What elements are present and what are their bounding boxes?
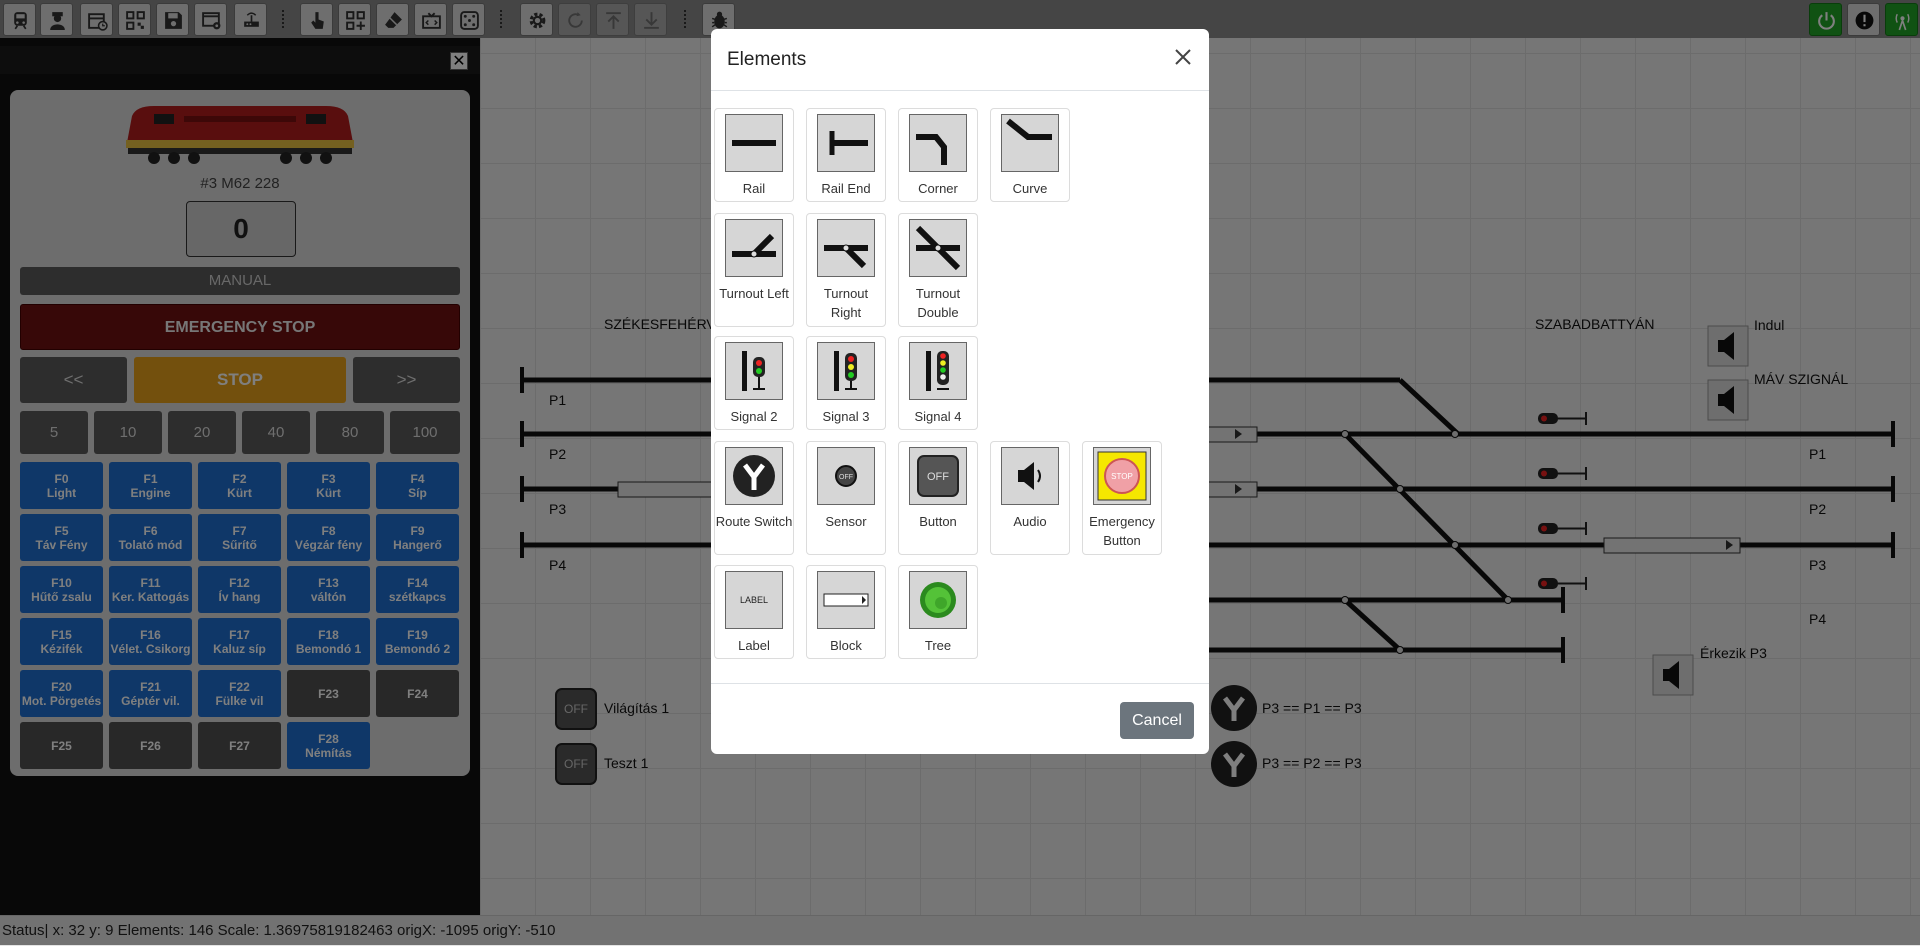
route-switch-icon xyxy=(725,447,783,505)
element-label: Curve xyxy=(1012,181,1048,196)
element-label: Button xyxy=(919,514,957,529)
signal-3-icon xyxy=(817,342,875,400)
element-tile-label[interactable]: LABEL Label xyxy=(714,565,794,659)
element-tile-turnout-double[interactable]: Turnout Double xyxy=(898,213,978,327)
element-label: Route Switch xyxy=(715,514,793,529)
element-tile-signal-3[interactable]: Signal 3 xyxy=(806,336,886,430)
curve-icon xyxy=(1001,114,1059,172)
element-label: Corner xyxy=(918,181,958,196)
svg-text:OFF: OFF xyxy=(927,471,949,483)
sensor-icon: OFF xyxy=(817,447,875,505)
element-label: Signal 3 xyxy=(822,409,870,424)
svg-text:STOP: STOP xyxy=(1111,472,1133,481)
audio-icon xyxy=(1001,447,1059,505)
element-tile-emergency-button[interactable]: STOP Emergency Button xyxy=(1082,441,1162,555)
element-label: Turnout Double xyxy=(915,286,961,320)
element-tile-curve[interactable]: Curve xyxy=(990,108,1070,202)
element-tile-route-switch[interactable]: Route Switch xyxy=(714,441,794,555)
rail-icon xyxy=(725,114,783,172)
label-icon: LABEL xyxy=(725,571,783,629)
svg-text:OFF: OFF xyxy=(839,474,853,481)
element-label: Turnout Right xyxy=(823,286,869,320)
signal-2-icon xyxy=(725,342,783,400)
element-label: Signal 4 xyxy=(914,409,962,424)
element-tile-button[interactable]: OFF Button xyxy=(898,441,978,555)
turnout-left-icon xyxy=(725,219,783,277)
element-label: Sensor xyxy=(825,514,867,529)
element-tile-rail[interactable]: Rail xyxy=(714,108,794,202)
element-tile-signal-4[interactable]: Signal 4 xyxy=(898,336,978,430)
element-tile-corner[interactable]: Corner xyxy=(898,108,978,202)
element-label: Turnout Left xyxy=(719,286,789,301)
element-tile-turnout-right[interactable]: Turnout Right xyxy=(806,213,886,327)
element-label: Label xyxy=(738,638,770,653)
emergency-button-icon: STOP xyxy=(1093,447,1151,505)
rail-end-icon xyxy=(817,114,875,172)
element-tile-turnout-left[interactable]: Turnout Left xyxy=(714,213,794,327)
cancel-button[interactable]: Cancel xyxy=(1120,702,1194,739)
signal-4-icon xyxy=(909,342,967,400)
element-tile-tree[interactable]: Tree xyxy=(898,565,978,659)
svg-text:LABEL: LABEL xyxy=(740,595,768,605)
element-label: Audio xyxy=(1013,514,1047,529)
element-label: Tree xyxy=(924,638,952,653)
element-label: Signal 2 xyxy=(730,409,778,424)
element-label: Rail xyxy=(742,181,766,196)
elements-dialog: Elements Rail Rail End Corner Curve Turnout … xyxy=(711,29,1209,754)
close-icon[interactable] xyxy=(1171,45,1195,69)
element-label: Emergency Button xyxy=(1089,514,1155,548)
button-icon: OFF xyxy=(909,447,967,505)
divider xyxy=(711,683,1209,684)
element-label: Block xyxy=(830,638,862,653)
turnout-right-icon xyxy=(817,219,875,277)
block-icon xyxy=(817,571,875,629)
element-tile-rail-end[interactable]: Rail End xyxy=(806,108,886,202)
turnout-double-icon xyxy=(909,219,967,277)
dialog-title: Elements xyxy=(727,49,807,70)
element-tile-sensor[interactable]: OFF Sensor xyxy=(806,441,886,555)
divider xyxy=(711,90,1209,91)
tree-icon xyxy=(909,571,967,629)
element-tile-audio[interactable]: Audio xyxy=(990,441,1070,555)
element-tile-signal-2[interactable]: Signal 2 xyxy=(714,336,794,430)
element-tile-block[interactable]: Block xyxy=(806,565,886,659)
element-label: Rail End xyxy=(821,181,871,196)
corner-icon xyxy=(909,114,967,172)
